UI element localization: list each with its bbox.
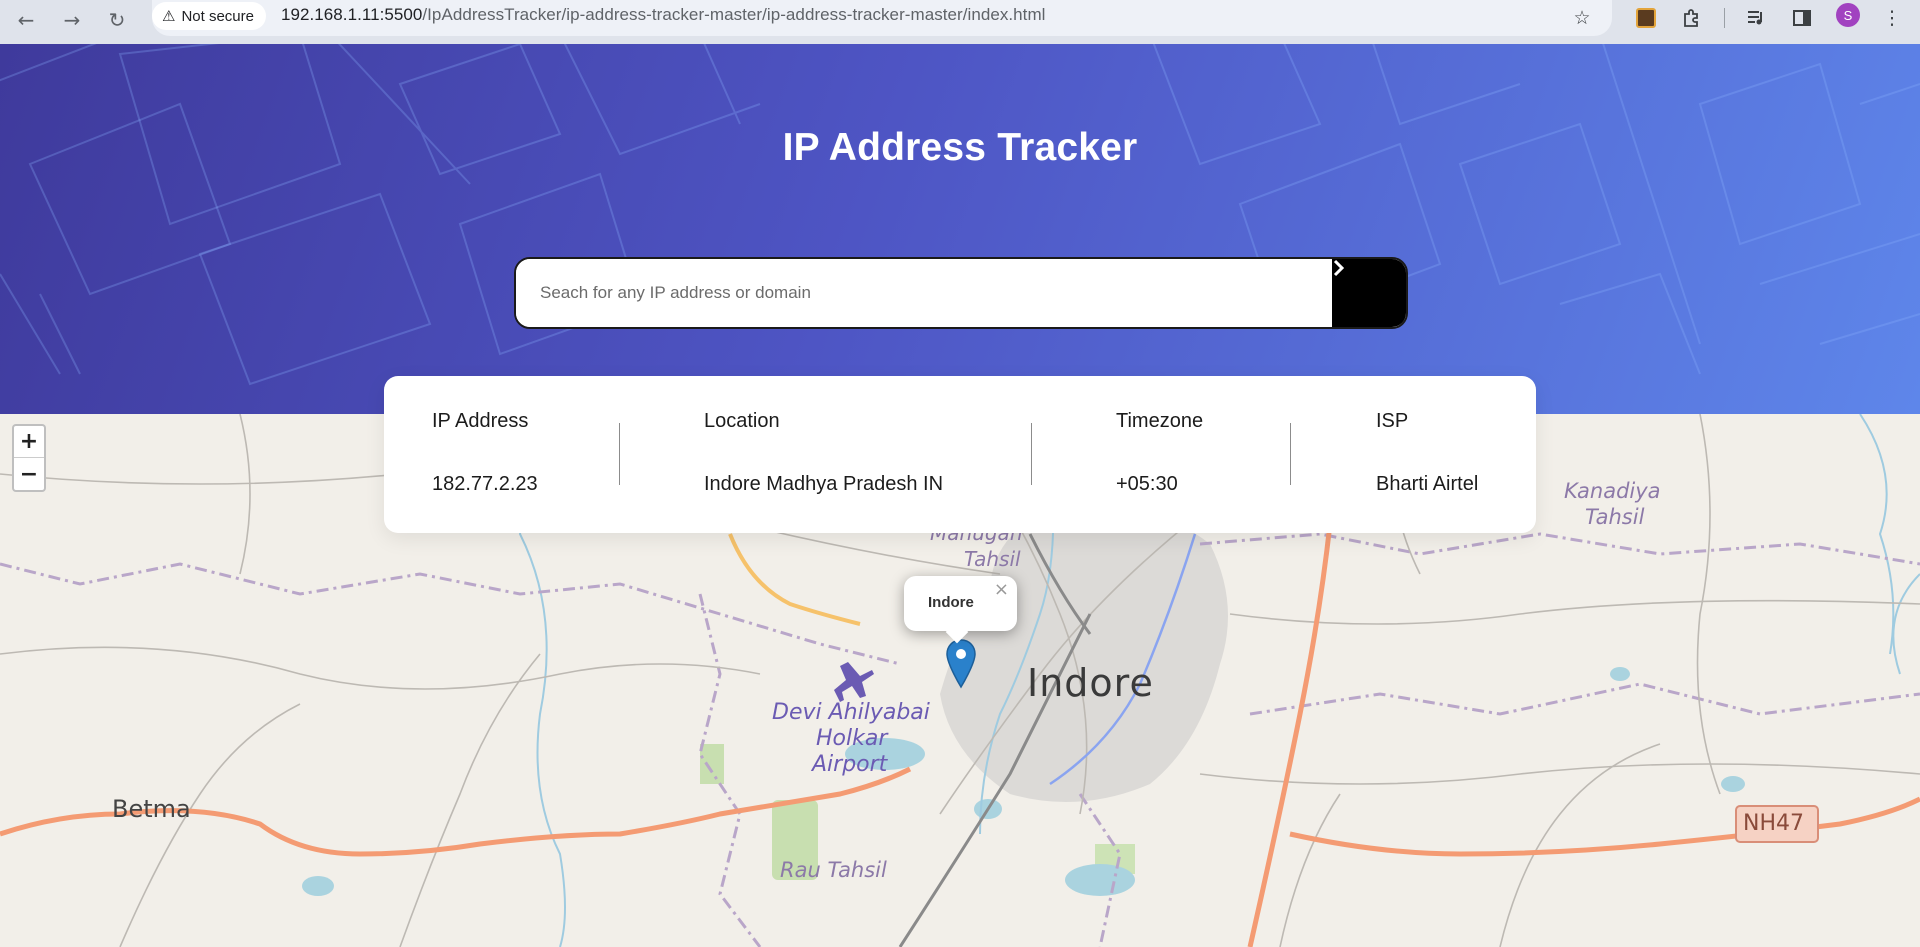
header-pattern <box>0 44 1920 386</box>
warning-icon: ⚠ <box>162 7 176 25</box>
map-label-airport-1: Devi Ahilyabai <box>772 700 930 725</box>
ip-search-input[interactable] <box>516 259 1336 327</box>
location-label: Location <box>704 410 780 432</box>
zoom-out-button[interactable]: − <box>14 458 44 490</box>
security-label: Not secure <box>181 7 254 25</box>
side-panel-icon[interactable] <box>1786 2 1818 34</box>
map-label-mahu-2: Tahsil <box>964 547 1021 571</box>
timezone-value: +05:30 <box>1116 473 1178 495</box>
header-section: IP Address Tracker <box>0 44 1920 414</box>
map-popup: Indore × <box>904 576 1017 644</box>
search-submit-button[interactable] <box>1332 259 1406 327</box>
extension-app-icon[interactable] <box>1630 2 1662 34</box>
ip-address-label: IP Address <box>432 410 529 432</box>
timezone-label: Timezone <box>1116 410 1204 432</box>
url-path: /IpAddressTracker/ip-address-tracker-mas… <box>422 5 1046 24</box>
map-label-city: Indore <box>1027 661 1154 705</box>
isp-column: ISP Bharti Airtel <box>1376 410 1478 496</box>
more-menu-icon[interactable]: ⋮ <box>1876 2 1908 34</box>
forward-icon[interactable]: → <box>56 4 88 36</box>
isp-label: ISP <box>1376 410 1409 432</box>
reload-icon[interactable]: ↻ <box>101 4 133 36</box>
toolbar-divider <box>1724 8 1725 28</box>
location-value: Indore Madhya Pradesh IN <box>704 473 944 495</box>
extensions-puzzle-icon[interactable] <box>1676 2 1708 34</box>
page-title: IP Address Tracker <box>782 126 1138 169</box>
ip-address-value: 182.77.2.23 <box>432 473 538 495</box>
ip-address-column: IP Address 182.77.2.23 <box>432 410 538 496</box>
isp-value: Bharti Airtel <box>1376 473 1479 495</box>
airport-icon <box>834 662 874 702</box>
column-divider <box>1031 423 1032 485</box>
column-divider <box>1290 423 1291 485</box>
map-label-rau: Rau Tahsil <box>780 858 887 882</box>
search-bar <box>514 257 1408 329</box>
ip-info-card: IP Address 182.77.2.23 Location Indore M… <box>384 376 1536 533</box>
map-label-kanadiya-1: Kanadiya <box>1564 479 1661 503</box>
map-label-kanadiya-2: Tahsil <box>1585 505 1645 529</box>
map-label-betma: Betma <box>112 795 191 823</box>
chevron-right-icon <box>1333 259 1345 277</box>
zoom-in-button[interactable]: + <box>14 426 44 458</box>
security-chip[interactable]: ⚠ Not secure <box>152 2 266 30</box>
media-queue-icon[interactable] <box>1740 2 1772 34</box>
browser-toolbar: ← → ↻ ⚠ Not secure 192.168.1.11:5500/IpA… <box>0 0 1920 44</box>
map-label-airport-2: Holkar <box>816 726 888 751</box>
bookmark-star-icon[interactable]: ☆ <box>1566 2 1598 34</box>
map-label-highway: NH47 <box>1743 811 1804 836</box>
timezone-column: Timezone +05:30 <box>1116 410 1203 496</box>
popup-text: Indore <box>928 594 974 611</box>
url-host: 192.168.1.11:5500 <box>281 5 423 24</box>
location-column: Location Indore Madhya Pradesh IN <box>704 410 943 496</box>
back-icon[interactable]: ← <box>10 4 42 36</box>
profile-avatar[interactable]: S <box>1836 3 1860 27</box>
url-text[interactable]: 192.168.1.11:5500/IpAddressTracker/ip-ad… <box>281 5 1046 25</box>
map-zoom-control: + − <box>12 424 46 492</box>
popup-close-icon[interactable]: × <box>994 579 1009 600</box>
location-marker-icon[interactable] <box>946 639 976 694</box>
map-label-airport-3: Airport <box>812 752 888 777</box>
column-divider <box>619 423 620 485</box>
